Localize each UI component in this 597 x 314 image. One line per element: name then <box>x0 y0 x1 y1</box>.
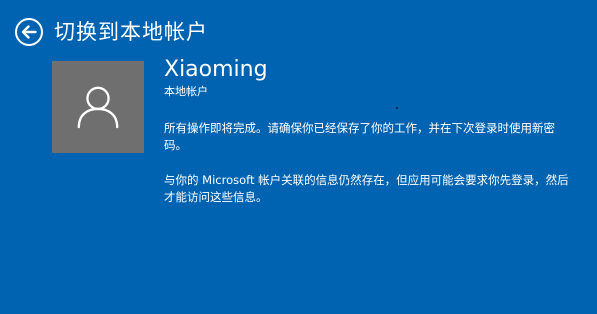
completion-message: 所有操作即将完成。请确保你已经保存了你的工作，并在下次登录时使用新密码。 <box>164 121 555 152</box>
stray-pixel <box>396 107 398 109</box>
avatar <box>52 61 144 153</box>
username: Xiaoming <box>164 57 268 82</box>
page-title: 切换到本地帐户 <box>54 20 208 44</box>
microsoft-account-notice: 与你的 Microsoft 帐户关联的信息仍然存在，但应用可能会要求你先登录，然… <box>164 173 569 204</box>
page-header: 切换到本地帐户 <box>14 12 208 52</box>
account-type-label: 本地帐户 <box>164 85 208 98</box>
account-info: Xiaoming 本地帐户 所有操作即将完成。请确保你已经保存了你的工作，并在下… <box>164 56 584 206</box>
back-arrow-icon[interactable] <box>14 17 44 47</box>
user-silhouette-icon <box>77 86 119 129</box>
